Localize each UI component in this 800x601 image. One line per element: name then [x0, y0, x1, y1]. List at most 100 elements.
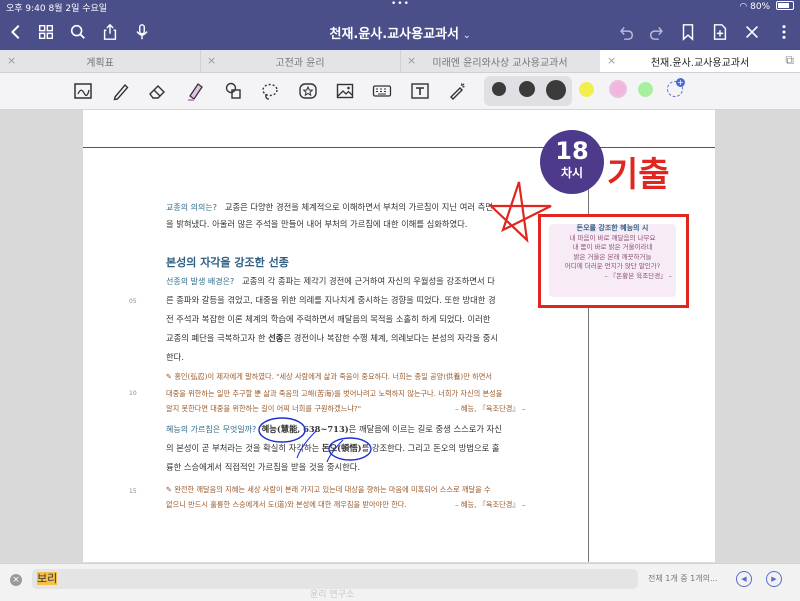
- paragraph-1-line-1: 교종의 의의는? 교종은 다양한 경전을 체계적으로 이해하면서 부처의 가르침…: [166, 202, 493, 212]
- side-question-label: 혜능의 가르침은 무엇일까?: [166, 425, 257, 434]
- share-button[interactable]: [98, 20, 122, 44]
- redo-button[interactable]: [645, 20, 669, 44]
- poem-line: 내 몸이 바로 밝은 거울이라네: [572, 243, 653, 252]
- status-bar: 오후 9:40 8월 2일 수요일 ••• ◠ 80%: [0, 0, 800, 14]
- color-swatch-5[interactable]: [609, 80, 627, 98]
- tab-close-icon[interactable]: ×: [207, 54, 216, 67]
- document-canvas[interactable]: 교종의 의의는? 교종은 다양한 경전을 체계적으로 이해하면서 부처의 가르침…: [0, 110, 800, 562]
- lesson-unit: 차시: [560, 166, 584, 180]
- find-query: 보리: [37, 572, 58, 585]
- more-button[interactable]: [772, 20, 796, 44]
- nav-bar: 천재.윤사.교사용교과서 ⌄: [0, 14, 800, 50]
- document-title[interactable]: 천재.윤사.교사용교과서 ⌄: [300, 23, 500, 42]
- paragraph-3-line-1: 혜능의 가르침은 무엇일까? 혜능(慧能, 638~713)은 깨달음에 이르는…: [166, 424, 502, 434]
- tab-chunjae-textbook[interactable]: × 천재.윤사.교사용교과서: [600, 50, 800, 72]
- find-input[interactable]: 보리: [32, 569, 638, 589]
- read-mode-button[interactable]: [72, 80, 94, 102]
- sticker-tool[interactable]: [297, 80, 319, 102]
- pen-tool[interactable]: [110, 80, 132, 102]
- multitask-dots[interactable]: •••: [391, 0, 410, 9]
- color-swatch-2[interactable]: [519, 81, 535, 97]
- tab-classics-ethics[interactable]: × 고전과 윤리: [200, 50, 401, 72]
- star-sticker-icon: [299, 83, 317, 99]
- color-swatch-6[interactable]: [638, 82, 653, 97]
- status-right: ◠ 80%: [739, 1, 794, 12]
- color-swatch-1[interactable]: [492, 82, 506, 96]
- add-page-icon: [713, 24, 727, 40]
- bookmark-button[interactable]: [676, 20, 700, 44]
- microphone-button[interactable]: [130, 20, 154, 44]
- handwritten-note: 기출: [607, 155, 670, 195]
- find-previous-button[interactable]: ◀: [736, 571, 752, 587]
- paragraph-3-line-3: 륭한 스승에게서 직접적인 가르침을 받을 것을 중시한다.: [166, 462, 361, 472]
- search-icon: [70, 24, 85, 39]
- pen-icon: [113, 83, 129, 101]
- grid-icon: [38, 24, 54, 40]
- side-question-label: 선종의 발생 배경은?: [166, 277, 235, 286]
- chevron-left-icon: [10, 24, 20, 40]
- color-swatch-3[interactable]: [546, 80, 566, 100]
- clear-search-icon[interactable]: ×: [10, 574, 22, 586]
- status-time-date: 오후 9:40 8월 2일 수요일: [6, 4, 108, 14]
- color-swatch-4[interactable]: [579, 82, 594, 97]
- close-button[interactable]: [740, 20, 764, 44]
- image-tool[interactable]: [334, 80, 356, 102]
- keyword-seonjong: 선종: [268, 333, 284, 343]
- add-page-button[interactable]: [708, 20, 732, 44]
- microphone-icon: [136, 24, 148, 40]
- keyword-dono: 돈오(頓悟): [321, 443, 362, 453]
- section-heading: 본성의 자각을 강조한 선종: [166, 256, 289, 269]
- keyword-hyeneung: 혜능(慧能, 638~713): [261, 424, 349, 434]
- tab-close-icon[interactable]: ×: [607, 54, 616, 67]
- search-button[interactable]: [66, 20, 90, 44]
- undo-icon: [620, 27, 634, 40]
- ghost-text: 윤리 연구소: [310, 590, 355, 600]
- paragraph-2-line-2: 른 종파와 갈등을 겪었고, 대중을 위한 의례를 지나치게 중시하는 경향을 …: [166, 295, 496, 305]
- highlighted-sidebar-box: 돈오를 강조한 혜능의 시 내 마음이 바로 깨달음의 나무요 내 몸이 바로 …: [538, 214, 689, 308]
- undo-button[interactable]: [614, 20, 638, 44]
- line-number: 05: [129, 298, 137, 305]
- find-next-button[interactable]: ▶: [766, 571, 782, 587]
- plus-icon: +: [676, 78, 685, 87]
- paragraph-2-line-4: 교종의 폐단을 극복하고자 한 선종은 경전이나 복잡한 수행 체계, 의례보다…: [166, 333, 499, 343]
- eraser-tool[interactable]: [146, 80, 168, 102]
- grid-view-button[interactable]: [34, 20, 58, 44]
- laser-pointer-tool[interactable]: [446, 80, 468, 102]
- tab-mirae-textbook[interactable]: × 미래엔 윤리와사상 교사용교과서: [400, 50, 601, 72]
- poem-line: 밝은 거울은 본래 깨끗하거늘: [573, 252, 652, 261]
- tab-label: 천재.윤사.교사용교과서: [650, 57, 750, 69]
- share-icon: [103, 23, 117, 40]
- eraser-icon: [149, 85, 165, 99]
- text-box-tool[interactable]: [409, 80, 431, 102]
- poem-line: 어디에 더러운 먼지가 앉단 말인가?: [564, 262, 661, 271]
- lesson-number: 18: [555, 137, 589, 165]
- tab-close-icon[interactable]: ×: [407, 54, 416, 67]
- side-question-label: 교종의 의의는?: [166, 203, 217, 212]
- battery-icon: [776, 1, 794, 10]
- quote-2-source: – 혜능, 『육조단경』 –: [455, 500, 526, 509]
- tab-bar: × 계획표 × 고전과 윤리 × 미래엔 윤리와사상 교사용교과서 × 천재.윤…: [0, 50, 800, 73]
- lasso-tool[interactable]: [259, 80, 281, 102]
- back-button[interactable]: [4, 20, 28, 44]
- line-number: 15: [129, 488, 137, 495]
- document-page[interactable]: 교종의 의의는? 교종은 다양한 경전을 체계적으로 이해하면서 부처의 가르침…: [83, 110, 715, 562]
- split-view-icon[interactable]: ⧉: [785, 53, 794, 68]
- highlighter-tool[interactable]: [184, 80, 206, 102]
- quote-1-source: – 혜능, 『육조단경』 –: [455, 404, 526, 413]
- read-mode-icon: [74, 83, 92, 99]
- tab-close-icon[interactable]: ×: [7, 54, 16, 67]
- column-divider: [588, 147, 589, 562]
- keyboard-tool[interactable]: [371, 80, 393, 102]
- chevron-down-icon: ⌄: [462, 31, 471, 41]
- wifi-icon: ◠: [739, 2, 751, 12]
- quote-1-line-3: 알지 못한다면 대중을 위한하는 길이 어찌 너희를 구원하겠느냐?": [166, 404, 362, 413]
- tab-plan[interactable]: × 계획표: [0, 50, 201, 72]
- paragraph-2-line-1: 선종의 발생 배경은? 교종의 각 종파는 제각기 경전에 근거하여 자신의 우…: [166, 276, 495, 286]
- paragraph-2-line-5: 한다.: [166, 352, 184, 362]
- battery-percent: 80%: [750, 2, 771, 12]
- line-number: 10: [129, 390, 137, 397]
- close-icon: [746, 26, 758, 38]
- shape-tool[interactable]: [222, 80, 244, 102]
- lasso-icon: [262, 83, 278, 100]
- paragraph-3-line-2: 의 본성이 곧 부처라는 것을 확실히 자각하는 돈오(頓悟)를 강조한다. 그…: [166, 443, 500, 453]
